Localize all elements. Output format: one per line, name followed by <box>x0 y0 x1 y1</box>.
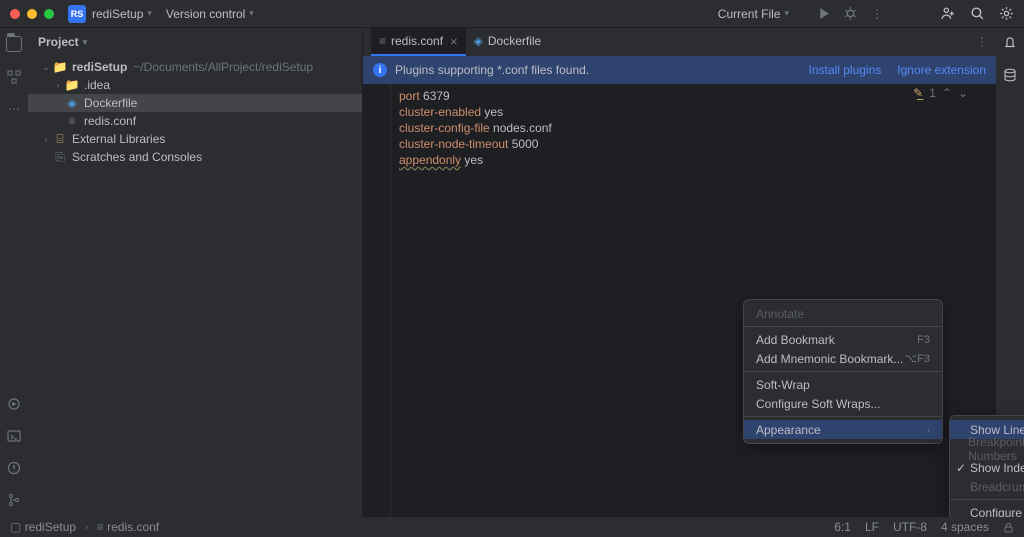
menu-show-indent-guides[interactable]: ✓Show Indent Guides <box>950 458 1024 477</box>
tree-file-dockerfile[interactable]: ◈ Dockerfile <box>28 94 362 112</box>
search-icon[interactable] <box>970 6 985 21</box>
terminal-icon[interactable] <box>7 429 21 443</box>
git-icon[interactable] <box>7 493 21 507</box>
chevron-up-icon[interactable]: ⌃ <box>942 86 952 100</box>
menu-breakpoints-over: Breakpoints Over Line Numbers <box>950 439 1024 458</box>
chevron-down-icon[interactable]: ⌄ <box>958 86 968 100</box>
more-icon[interactable]: ⋮ <box>871 7 883 21</box>
context-menu-gutter: Annotate Add BookmarkF3 Add Mnemonic Boo… <box>743 299 943 444</box>
editor-area: ≡ redis.conf × ◈ Dockerfile ⋮ i Plugins … <box>363 28 996 517</box>
editor-tabs: ≡ redis.conf × ◈ Dockerfile ⋮ <box>363 28 996 56</box>
file-icon: ≡ <box>64 114 80 128</box>
minimize-icon[interactable] <box>27 9 37 19</box>
tree-scratches[interactable]: ⎘ Scratches and Consoles <box>28 148 362 166</box>
traffic-lights <box>10 9 54 19</box>
gutter[interactable] <box>363 84 391 517</box>
left-toolbar: ⋯ <box>0 28 28 517</box>
debug-icon[interactable] <box>844 7 857 20</box>
highlight-icon: ✎̲ <box>913 86 923 100</box>
chevron-down-icon: ▾ <box>83 37 88 48</box>
breadcrumb[interactable]: ▢ rediSetup › ≡ redis.conf <box>10 520 159 534</box>
scratches-icon: ⎘ <box>52 150 68 165</box>
inspection-widget[interactable]: ✎̲ 1 ⌃ ⌄ <box>913 86 968 100</box>
run-config-selector[interactable]: Current File ▾ <box>718 7 789 21</box>
library-icon: ⌸ <box>52 132 68 147</box>
menu-add-mnemonic[interactable]: Add Mnemonic Bookmark...⌥F3 <box>744 349 942 368</box>
tree-file-redis-conf[interactable]: ≡ redis.conf <box>28 112 362 130</box>
project-tree: ⌄ 📁 rediSetup ~/Documents/AllProject/red… <box>28 56 362 168</box>
docker-icon: ◈ <box>474 34 483 48</box>
settings-icon[interactable] <box>999 6 1014 21</box>
status-bar: ▢ rediSetup › ≡ redis.conf 6:1 LF UTF-8 … <box>0 517 1024 537</box>
close-tab-icon[interactable]: × <box>450 34 458 49</box>
menu-breadcrumbs: Breadcrumbs› <box>950 477 1024 496</box>
caret-position[interactable]: 6:1 <box>834 520 851 534</box>
menu-annotate: Annotate <box>744 304 942 323</box>
more-icon[interactable]: ⋮ <box>976 35 988 49</box>
project-badge: RS <box>68 5 86 23</box>
menu-soft-wrap[interactable]: Soft-Wrap <box>744 375 942 394</box>
line-separator[interactable]: LF <box>865 520 879 534</box>
file-icon: ≡ <box>379 34 386 48</box>
lock-icon[interactable] <box>1003 520 1014 534</box>
banner-text: Plugins supporting *.conf files found. <box>395 63 589 77</box>
chevron-down-icon: ▾ <box>147 8 152 19</box>
more-tool-icon[interactable]: ⋯ <box>8 102 20 116</box>
chevron-right-icon[interactable]: › <box>40 134 52 144</box>
chevron-down-icon: ▾ <box>784 8 789 19</box>
chevron-right-icon[interactable]: › <box>52 80 64 90</box>
file-encoding[interactable]: UTF-8 <box>893 520 927 534</box>
services-icon[interactable] <box>7 397 21 411</box>
tab-redis-conf[interactable]: ≡ redis.conf × <box>371 28 466 56</box>
project-selector[interactable]: RS rediSetup ▾ <box>68 5 152 23</box>
install-plugins-link[interactable]: Install plugins <box>809 63 882 77</box>
ignore-extension-link[interactable]: Ignore extension <box>897 63 986 77</box>
context-submenu-appearance: Show Line Numbers Breakpoints Over Line … <box>949 415 1024 527</box>
notifications-icon[interactable] <box>1003 36 1017 50</box>
chevron-right-icon: › <box>927 425 930 435</box>
indent-setting[interactable]: 4 spaces <box>941 520 989 534</box>
tree-folder-idea[interactable]: › 📁 .idea <box>28 76 362 94</box>
folder-icon: 📁 <box>52 60 68 74</box>
titlebar: RS rediSetup ▾ Version control ▾ Current… <box>0 0 1024 28</box>
docker-icon: ◈ <box>64 96 80 110</box>
plugin-banner: i Plugins supporting *.conf files found.… <box>363 56 996 84</box>
problems-icon[interactable] <box>7 461 21 475</box>
info-icon: i <box>373 63 387 77</box>
project-tool-icon[interactable] <box>6 36 22 52</box>
folder-icon: 📁 <box>64 78 80 92</box>
version-control-menu[interactable]: Version control ▾ <box>166 7 254 21</box>
tab-dockerfile[interactable]: ◈ Dockerfile <box>466 28 550 56</box>
chevron-down-icon: ▾ <box>249 8 254 19</box>
database-icon[interactable] <box>1003 68 1017 82</box>
structure-tool-icon[interactable] <box>7 70 21 84</box>
close-icon[interactable] <box>10 9 20 19</box>
tree-root[interactable]: ⌄ 📁 rediSetup ~/Documents/AllProject/red… <box>28 58 362 76</box>
menu-config-soft-wraps[interactable]: Configure Soft Wraps... <box>744 394 942 413</box>
run-icon[interactable] <box>817 7 830 20</box>
code-with-me-icon[interactable] <box>941 6 956 21</box>
project-panel: Project ▾ ⌄ 📁 rediSetup ~/Documents/AllP… <box>28 28 363 517</box>
project-name: rediSetup <box>92 7 143 21</box>
project-panel-header[interactable]: Project ▾ <box>28 28 362 56</box>
code-lines[interactable]: port 6379 cluster-enabled yes cluster-co… <box>391 84 560 517</box>
maximize-icon[interactable] <box>44 9 54 19</box>
menu-appearance[interactable]: Appearance› <box>744 420 942 439</box>
menu-add-bookmark[interactable]: Add BookmarkF3 <box>744 330 942 349</box>
check-icon: ✓ <box>954 461 968 475</box>
chevron-down-icon[interactable]: ⌄ <box>40 62 52 73</box>
tree-external-libraries[interactable]: › ⌸ External Libraries <box>28 130 362 148</box>
